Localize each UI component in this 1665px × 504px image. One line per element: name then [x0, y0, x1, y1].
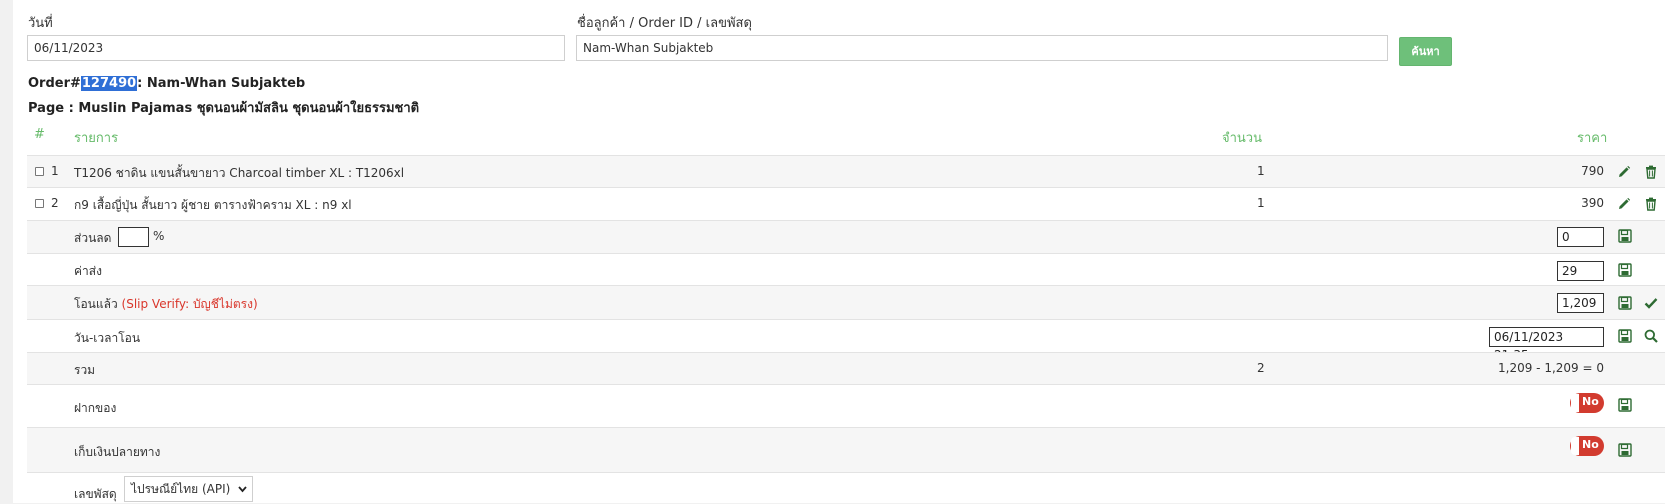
- row-checkbox[interactable]: [35, 167, 44, 176]
- order-customer: : Nam-Whan Subjakteb: [137, 76, 306, 91]
- row-price: 390: [1581, 196, 1604, 210]
- tracking-label: เลขพัสดุ: [74, 487, 117, 501]
- table-header: # รายการ จำนวน ราคา: [27, 120, 1665, 155]
- cod-row: เก็บเงินปลายทาง No: [27, 427, 1665, 472]
- transfer-time-input[interactable]: 06/11/2023 21:35: [1489, 327, 1604, 362]
- deposit-toggle-text: No: [1582, 395, 1599, 408]
- row-checkbox[interactable]: [35, 199, 44, 208]
- customer-search-label: ชื่อลูกค้า / Order ID / เลขพัสดุ: [577, 16, 752, 31]
- pencil-icon[interactable]: [1617, 165, 1631, 179]
- transfer-label-text: โอนแล้ว: [74, 297, 118, 311]
- order-title: Order#127490: Nam-Whan Subjakteb: [28, 76, 305, 91]
- slip-verify-note: (Slip Verify: บัญชีไม่ตรง): [121, 297, 258, 311]
- cod-toggle[interactable]: No: [1570, 436, 1604, 456]
- header-index: #: [34, 127, 45, 142]
- header-item: รายการ: [74, 131, 119, 146]
- total-qty: 2: [1257, 361, 1265, 375]
- deposit-label: ฝากของ: [74, 401, 117, 415]
- carrier-selected: ไปรษณีย์ไทย (API): [131, 482, 231, 496]
- order-id: 127490: [80, 76, 138, 91]
- row-index: 1: [51, 164, 59, 178]
- discount-percent-sign: %: [153, 229, 165, 243]
- transfer-time-label: วัน-เวลาโอน: [74, 331, 141, 345]
- transfer-time-row: วัน-เวลาโอน 06/11/2023 21:35: [27, 319, 1665, 362]
- check-icon[interactable]: [1644, 296, 1658, 310]
- row-qty: 1: [1257, 164, 1265, 178]
- header-price: ราคา: [1577, 131, 1608, 146]
- discount-row: ส่วนลด % 0: [27, 220, 1665, 253]
- discount-label: ส่วนลด: [74, 231, 112, 245]
- cod-toggle-text: No: [1582, 438, 1599, 451]
- deposit-row: ฝากของ No: [27, 384, 1665, 427]
- search-button[interactable]: ค้นหา: [1399, 37, 1452, 66]
- page-line: Page : Muslin Pajamas ชุดนอนผ้ามัสลิน ชุ…: [28, 101, 420, 116]
- save-icon[interactable]: [1618, 296, 1632, 310]
- shipping-input[interactable]: 29: [1557, 261, 1604, 281]
- save-icon[interactable]: [1618, 329, 1632, 343]
- row-index: 2: [51, 196, 59, 210]
- toggle-knob: [1571, 394, 1579, 412]
- total-calculation: 1,209 - 1,209 = 0: [1498, 361, 1604, 375]
- row-qty: 1: [1257, 196, 1265, 210]
- search-icon[interactable]: [1644, 329, 1658, 343]
- transfer-input[interactable]: 1,209: [1557, 293, 1604, 313]
- deposit-toggle[interactable]: No: [1570, 393, 1604, 413]
- order-prefix: Order#: [28, 76, 81, 91]
- pencil-icon[interactable]: [1617, 197, 1631, 211]
- row-item-name: T1206 ชาดิน แขนสั้นขายาว Charcoal timber…: [74, 166, 405, 180]
- shipping-label: ค่าส่ง: [74, 264, 102, 278]
- date-label: วันที่: [28, 16, 53, 31]
- chevron-down-icon: [238, 486, 247, 493]
- save-icon[interactable]: [1618, 229, 1632, 243]
- shipping-row: ค่าส่ง 29: [27, 253, 1665, 285]
- date-input[interactable]: 06/11/2023: [27, 35, 565, 61]
- discount-input[interactable]: 0: [1557, 227, 1604, 247]
- carrier-select[interactable]: ไปรษณีย์ไทย (API): [124, 476, 253, 502]
- toggle-knob: [1571, 437, 1579, 455]
- transfer-row: โอนแล้ว (Slip Verify: บัญชีไม่ตรง) 1,209: [27, 285, 1665, 319]
- table-row: 1 T1206 ชาดิน แขนสั้นขายาว Charcoal timb…: [27, 155, 1665, 187]
- tracking-row: เลขพัสดุ ไปรษณีย์ไทย (API): [27, 472, 1665, 503]
- save-icon[interactable]: [1618, 263, 1632, 277]
- discount-percent-input[interactable]: [118, 227, 149, 247]
- save-icon[interactable]: [1618, 443, 1632, 457]
- total-label: รวม: [74, 363, 96, 377]
- header-qty: จำนวน: [1222, 131, 1262, 146]
- customer-search-input[interactable]: Nam-Whan Subjakteb: [576, 35, 1388, 61]
- cod-label: เก็บเงินปลายทาง: [74, 445, 161, 459]
- row-item-name: ก9 เสื้อญี่ปุ่น สั้นยาว ผู้ชาย ตารางฟ้าค…: [74, 198, 352, 212]
- table-row: 2 ก9 เสื้อญี่ปุ่น สั้นยาว ผู้ชาย ตารางฟ้…: [27, 187, 1665, 220]
- row-price: 790: [1581, 164, 1604, 178]
- trash-icon[interactable]: [1644, 165, 1658, 179]
- trash-icon[interactable]: [1644, 197, 1658, 211]
- total-row: รวม 2 1,209 - 1,209 = 0: [27, 352, 1665, 384]
- transfer-label: โอนแล้ว (Slip Verify: บัญชีไม่ตรง): [74, 295, 258, 314]
- save-icon[interactable]: [1618, 398, 1632, 412]
